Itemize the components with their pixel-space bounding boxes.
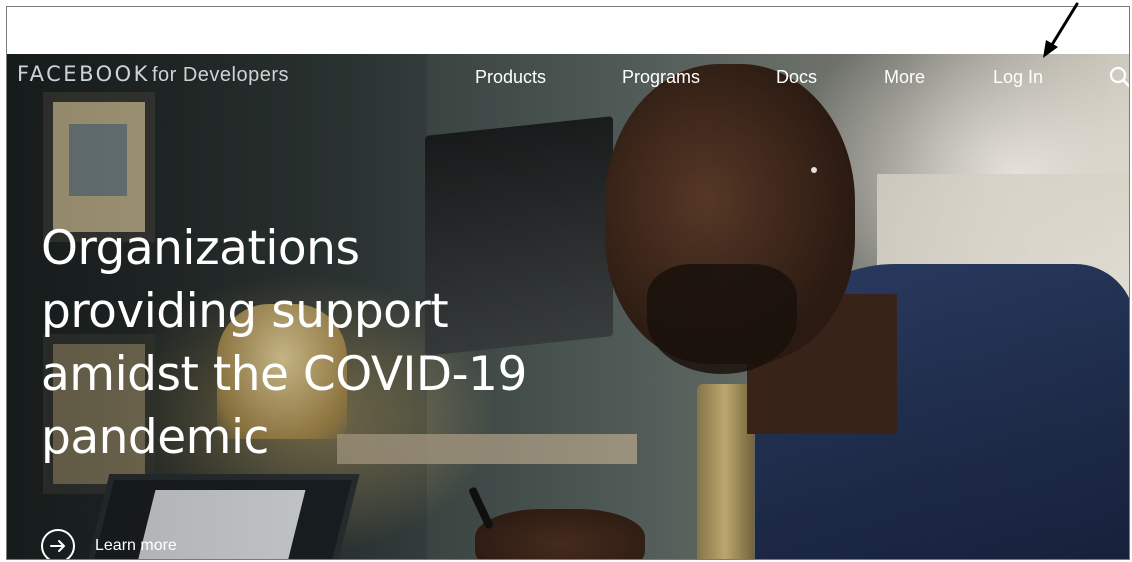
nav-products[interactable]: Products xyxy=(475,67,546,88)
top-blank-strip xyxy=(7,7,1129,54)
top-navigation: FACEBOOK for Developers Products Programs… xyxy=(7,54,1129,98)
hero-headline-line: Organizations xyxy=(41,221,360,276)
logo-suffix: for Developers xyxy=(151,64,290,86)
hero-banner: Organizations providing support amidst t… xyxy=(7,54,1129,559)
pointer-arrow-icon xyxy=(1043,2,1079,58)
facebook-developers-logo[interactable]: FACEBOOK for Developers xyxy=(17,62,289,87)
hero-headline-line: providing support xyxy=(41,284,449,339)
nav-programs[interactable]: Programs xyxy=(622,67,700,88)
arrow-right-icon xyxy=(41,529,75,559)
nav-more[interactable]: More xyxy=(884,67,925,88)
nav-docs[interactable]: Docs xyxy=(776,67,817,88)
hero-headline-line: amidst the COVID-19 xyxy=(41,347,527,402)
hero-headline-line: pandemic xyxy=(41,410,269,465)
logo-brand: FACEBOOK xyxy=(17,62,150,86)
learn-more-label: Learn more xyxy=(95,537,177,554)
search-icon[interactable] xyxy=(1109,66,1129,88)
hero-headline: Organizations providing support amidst t… xyxy=(41,217,641,469)
screenshot-frame: Organizations providing support amidst t… xyxy=(6,6,1130,560)
nav-log-in[interactable]: Log In xyxy=(993,67,1043,88)
learn-more-link[interactable]: Learn more xyxy=(41,528,177,559)
